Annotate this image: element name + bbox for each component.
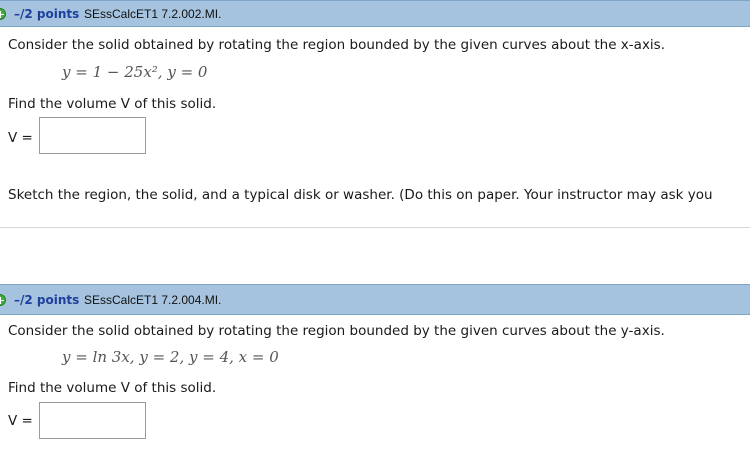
equation: y = ln 3x, y = 2, y = 4, x = 0 [62,348,279,366]
sketch-instructions: Sketch the region, the solid, and a typi… [8,187,713,203]
question-id: SEssCalcET1 7.2.004.MI. [84,292,222,307]
equation: y = 1 − 25x², y = 0 [62,63,208,81]
question-points: –/2 points [14,292,80,307]
answer-label: V = [8,130,33,146]
volume-answer-input[interactable] [39,117,146,154]
plus-circle-icon[interactable] [0,293,6,306]
question-points: –/2 points [14,6,80,21]
question-divider [0,227,750,228]
find-volume-text: Find the volume V of this solid. [8,380,217,396]
volume-answer-input[interactable] [39,402,146,439]
find-volume-text: Find the volume V of this solid. [8,96,217,112]
question-prompt: Consider the solid obtained by rotating … [8,323,665,339]
answer-label: V = [8,413,33,429]
question-prompt: Consider the solid obtained by rotating … [8,37,666,53]
question-header: –/2 points SEssCalcET1 7.2.004.MI. [0,284,750,315]
question-id: SEssCalcET1 7.2.002.MI. [84,6,222,21]
question-header: –/2 points SEssCalcET1 7.2.002.MI. [0,0,750,27]
plus-circle-icon[interactable] [0,7,6,20]
